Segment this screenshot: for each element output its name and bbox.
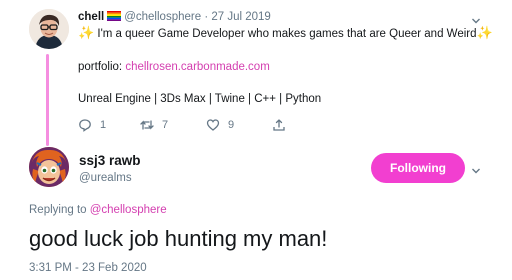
chevron-down-icon[interactable] — [471, 13, 481, 24]
retweet-icon — [140, 120, 154, 130]
tweet-text: good luck job hunting my man! — [29, 226, 328, 251]
tweet-text-line: I'm a queer Game Developer who makes gam… — [94, 28, 477, 40]
sparkles-icon: ✨ — [78, 25, 95, 40]
avatar[interactable] — [29, 9, 69, 49]
like-button[interactable]: 9 — [206, 118, 234, 132]
tech-stack-line: Unreal Engine | 3Ds Max | Twine | C++ | … — [78, 93, 322, 105]
parent-tweet[interactable]: chell @chellosphere · 27 Jul 2019 ✨ I'm a… — [0, 0, 512, 146]
replying-prefix: Replying to — [29, 204, 90, 216]
reply-button[interactable]: 1 — [78, 118, 106, 132]
reply-icon — [79, 119, 91, 132]
user-handle[interactable]: @urealms — [79, 172, 132, 184]
rainbow-flag-icon — [107, 11, 122, 21]
reply-count: 1 — [100, 119, 107, 131]
tweet-header: chell @chellosphere · 27 Jul 2019 — [78, 10, 271, 24]
user-handle[interactable]: @chellosphere — [124, 11, 201, 23]
avatar-image — [29, 147, 69, 187]
portfolio-label: portfolio: — [78, 61, 126, 73]
replying-to: Replying to @chellosphere — [29, 204, 167, 216]
display-name[interactable]: chell — [78, 11, 104, 23]
share-button[interactable] — [272, 118, 286, 132]
retweet-button[interactable]: 7 — [140, 118, 168, 132]
avatar[interactable] — [29, 147, 69, 187]
tweet-actions: 1 7 9 — [78, 118, 338, 132]
following-button[interactable]: Following — [371, 153, 465, 183]
heart-icon — [206, 119, 220, 131]
thread-connector — [46, 54, 49, 146]
sparkles-icon: ✨ — [476, 25, 493, 40]
tweet-timestamp[interactable]: 3:31 PM - 23 Feb 2020 — [29, 262, 147, 274]
separator: · — [204, 11, 209, 23]
like-count: 9 — [228, 119, 235, 131]
mention-link[interactable]: @chellosphere — [90, 204, 167, 216]
tweet-text: ✨ I'm a queer Game Developer who makes g… — [78, 25, 493, 42]
portfolio-line: portfolio: chellrosen.carbonmade.com — [78, 61, 270, 73]
chevron-down-icon[interactable] — [471, 163, 481, 174]
portfolio-link[interactable]: chellrosen.carbonmade.com — [125, 61, 269, 73]
retweet-count: 7 — [162, 119, 169, 131]
display-name[interactable]: ssj3 rawb — [79, 153, 141, 168]
share-icon — [273, 119, 285, 131]
avatar-image — [29, 9, 69, 49]
tweet-date[interactable]: 27 Jul 2019 — [211, 11, 270, 23]
